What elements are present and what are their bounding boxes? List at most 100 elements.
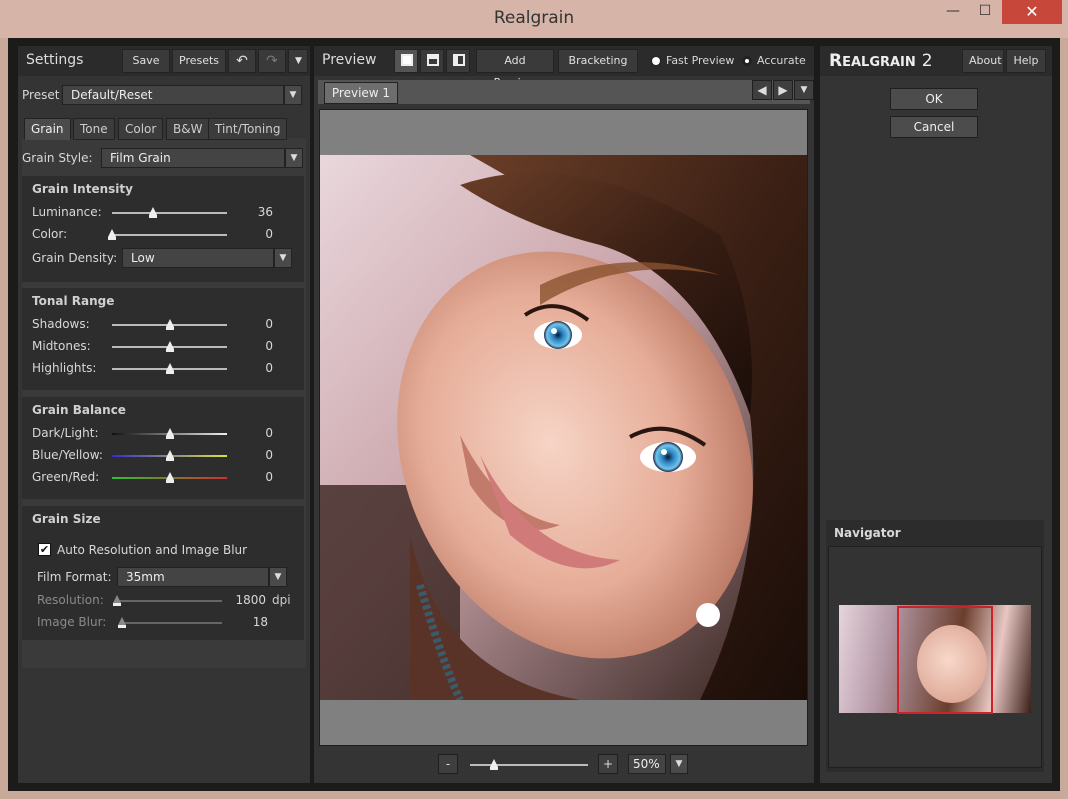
chevron-down-icon[interactable]: ▼: [269, 567, 287, 587]
resolution-label: Resolution:: [37, 593, 104, 607]
tab-preview-1[interactable]: Preview 1: [324, 82, 398, 104]
navigator-title: Navigator: [834, 526, 901, 540]
midtones-value: 0: [265, 339, 273, 353]
settings-panel: Settings Save Presets ↶ ↷ ▼ Preset Defau…: [18, 46, 310, 783]
grain-density-label: Grain Density:: [32, 251, 118, 265]
luminance-slider[interactable]: [112, 212, 227, 214]
tab-grain[interactable]: Grain: [24, 118, 71, 140]
add-preview-button[interactable]: Add Preview: [476, 49, 554, 89]
zoom-dropdown[interactable]: 50%: [628, 754, 666, 774]
scroll-right-icon[interactable]: ▶: [773, 80, 793, 100]
ok-button[interactable]: OK: [890, 88, 978, 110]
slider-handle[interactable]: [165, 428, 174, 439]
midtones-label: Midtones:: [32, 339, 91, 353]
navigator-viewport[interactable]: [897, 606, 993, 714]
highlights-label: Highlights:: [32, 361, 97, 375]
blue-yellow-value: 0: [265, 448, 273, 462]
image-blur-slider[interactable]: [122, 622, 222, 624]
about-button[interactable]: About: [962, 49, 1004, 73]
image-blur-value: 18: [252, 615, 268, 629]
fast-preview-label: Fast Preview: [666, 54, 735, 67]
tab-tone[interactable]: Tone: [73, 118, 115, 140]
right-header: REALGRAIN 2 About Help: [820, 46, 1052, 76]
tonal-range-section: Tonal Range Shadows: 0 Midtones: 0 Highl…: [22, 288, 304, 390]
chevron-down-icon[interactable]: ▼: [285, 148, 303, 168]
slider-handle[interactable]: [118, 617, 126, 628]
image-blur-label: Image Blur:: [37, 615, 107, 629]
split-horizontal-icon[interactable]: [420, 49, 444, 73]
slider-handle[interactable]: [165, 450, 174, 461]
dark-light-label: Dark/Light:: [32, 426, 99, 440]
grain-style-dropdown[interactable]: Film Grain: [101, 148, 285, 168]
green-red-value: 0: [265, 470, 273, 484]
section-title: Tonal Range: [32, 294, 115, 308]
section-title: Grain Intensity: [32, 182, 133, 196]
tab-color[interactable]: Color: [118, 118, 164, 140]
slider-handle[interactable]: [113, 595, 121, 606]
cancel-button[interactable]: Cancel: [890, 116, 978, 138]
redo-icon[interactable]: ↷: [258, 49, 286, 73]
grain-density-dropdown[interactable]: Low: [122, 248, 274, 268]
maximize-button[interactable]: ☐: [970, 0, 1000, 24]
preview-image[interactable]: [320, 155, 807, 700]
bracketing-button[interactable]: Bracketing: [558, 49, 638, 73]
auto-resolution-checkbox[interactable]: ✔: [38, 543, 51, 556]
luminance-value: 36: [257, 205, 273, 219]
highlights-value: 0: [265, 361, 273, 375]
brand-logo: REALGRAIN 2: [829, 51, 933, 71]
resolution-slider[interactable]: [117, 600, 222, 602]
grain-balance-section: Grain Balance Dark/Light: 0 Blue/Yellow:…: [22, 397, 304, 499]
split-vertical-icon[interactable]: [446, 49, 470, 73]
shadows-label: Shadows:: [32, 317, 90, 331]
tab-tint-toning[interactable]: Tint/Toning: [208, 118, 288, 140]
color-slider[interactable]: [112, 234, 227, 236]
shadows-value: 0: [265, 317, 273, 331]
grain-intensity-section: Grain Intensity Luminance: 36 Color: 0 G…: [22, 176, 304, 282]
more-menu-icon[interactable]: ▼: [288, 49, 308, 73]
accurate-radio[interactable]: [742, 56, 752, 66]
undo-icon[interactable]: ↶: [228, 49, 256, 73]
navigator-area[interactable]: [828, 546, 1042, 768]
tab-bw[interactable]: B&W: [166, 118, 210, 140]
auto-resolution-label: Auto Resolution and Image Blur: [57, 543, 248, 557]
green-red-label: Green/Red:: [32, 470, 100, 484]
single-view-icon[interactable]: [394, 49, 418, 73]
zoom-slider[interactable]: [470, 764, 588, 766]
color-value: 0: [265, 227, 273, 241]
chevron-down-icon[interactable]: ▼: [670, 754, 688, 774]
accurate-label: Accurate: [757, 54, 806, 67]
resolution-value: 1800: [235, 593, 266, 607]
fast-preview-radio[interactable]: [651, 56, 661, 66]
grain-size-section: Grain Size ✔ Auto Resolution and Image B…: [22, 506, 304, 640]
tab-menu-icon[interactable]: ▼: [794, 80, 814, 100]
dark-light-value: 0: [265, 426, 273, 440]
settings-title: Settings: [26, 52, 84, 68]
slider-handle[interactable]: [165, 472, 174, 483]
help-button[interactable]: Help: [1006, 49, 1046, 73]
slider-handle[interactable]: [165, 363, 174, 374]
slider-handle[interactable]: [165, 319, 174, 330]
save-button[interactable]: Save: [122, 49, 170, 73]
minimize-button[interactable]: —: [938, 0, 968, 24]
zoom-out-button[interactable]: -: [438, 754, 458, 774]
scroll-left-icon[interactable]: ◀: [752, 80, 772, 100]
zoom-slider-handle[interactable]: [489, 759, 498, 770]
zoom-in-button[interactable]: +: [598, 754, 618, 774]
slider-handle[interactable]: [108, 229, 116, 240]
luminance-label: Luminance:: [32, 205, 102, 219]
chevron-down-icon[interactable]: ▼: [274, 248, 292, 268]
preview-title: Preview: [322, 52, 377, 68]
slider-handle[interactable]: [165, 341, 174, 352]
color-label: Color:: [32, 227, 68, 241]
film-format-dropdown[interactable]: 35mm: [117, 567, 269, 587]
section-title: Grain Size: [32, 512, 101, 526]
settings-header: Settings Save Presets ↶ ↷ ▼: [18, 46, 310, 76]
preview-header: Preview Add Preview Bracketing Fast Prev…: [314, 46, 814, 89]
close-button[interactable]: ✕: [1002, 0, 1062, 24]
slider-handle[interactable]: [149, 207, 158, 218]
preset-dropdown[interactable]: Default/Reset: [62, 85, 284, 105]
chevron-down-icon[interactable]: ▼: [284, 85, 302, 105]
preset-label: Preset: [22, 88, 60, 102]
presets-button[interactable]: Presets: [172, 49, 226, 73]
window-title: Realgrain: [493, 8, 575, 28]
